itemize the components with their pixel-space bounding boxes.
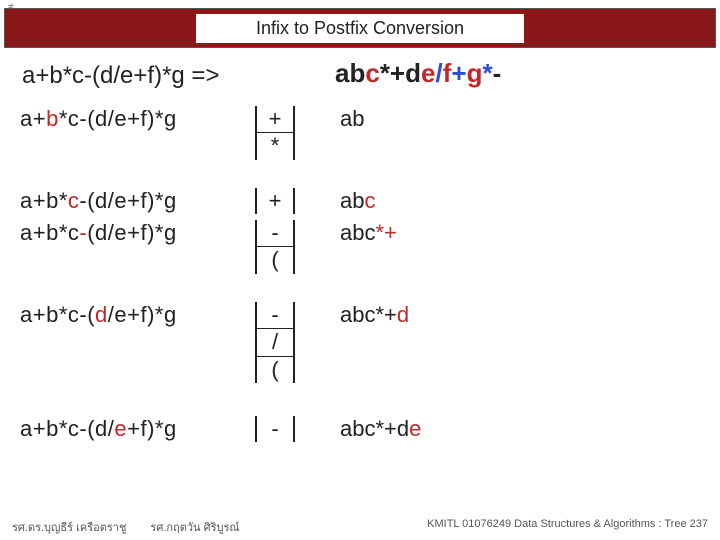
result-fragment: c	[365, 58, 379, 88]
operator-stack: -(	[255, 220, 295, 274]
slide-title: Infix to Postfix Conversion	[196, 14, 524, 43]
operator-stack: -	[255, 416, 295, 442]
result-fragment: -	[493, 58, 502, 88]
postfix-partial: abc*+d	[340, 302, 409, 328]
postfix-partial: ab	[340, 106, 364, 132]
slide-footer: รศ.ดร.บุญธีร์ เครือตราชู รศ.กฤตวัน ศิริบ…	[0, 518, 720, 536]
infix-expression: a+b*c-(d/e+f)*g	[20, 220, 177, 246]
infix-expression: a+b*c-(d/e+f)*g	[20, 416, 177, 442]
course-info: KMITL 01076249 Data Structures & Algorit…	[427, 518, 708, 536]
operator-stack: +*	[255, 106, 295, 160]
infix-expression: a+b*c-(d/e+f)*g	[20, 302, 177, 328]
operator-stack: -/(	[255, 302, 295, 383]
stack-cell: -	[257, 416, 293, 442]
source-expression: a+b*c-(d/e+f)*g =>	[22, 62, 219, 90]
operator-stack: +	[255, 188, 295, 214]
infix-expression: a+b*c-(d/e+f)*g	[20, 188, 177, 214]
stack-cell: /	[257, 329, 293, 356]
postfix-partial: abc*+de	[340, 416, 421, 442]
result-fragment: *+d	[380, 58, 421, 88]
stack-cell: -	[257, 302, 293, 329]
postfix-partial: abc*+	[340, 220, 397, 246]
result-fragment: e	[421, 58, 435, 88]
stack-cell: *	[257, 133, 293, 159]
result-fragment: *	[482, 58, 492, 88]
result-fragment: g	[467, 58, 483, 88]
postfix-partial: abc	[340, 188, 375, 214]
stack-cell: (	[257, 247, 293, 273]
title-bar: Infix to Postfix Conversion	[4, 8, 716, 48]
stack-cell: -	[257, 220, 293, 247]
final-postfix: abc*+de/f+g*-	[335, 58, 501, 89]
author-2: รศ.กฤตวัน ศิริบูรณ์	[150, 518, 239, 536]
author-1: รศ.ดร.บุญธีร์ เครือตราชู	[12, 518, 126, 536]
result-fragment: ab	[335, 58, 365, 88]
stack-cell: (	[257, 357, 293, 383]
stack-cell: +	[257, 188, 293, 214]
infix-expression: a+b*c-(d/e+f)*g	[20, 106, 177, 132]
result-fragment: /	[435, 58, 442, 88]
stack-cell: +	[257, 106, 293, 133]
result-fragment: +	[451, 58, 466, 88]
